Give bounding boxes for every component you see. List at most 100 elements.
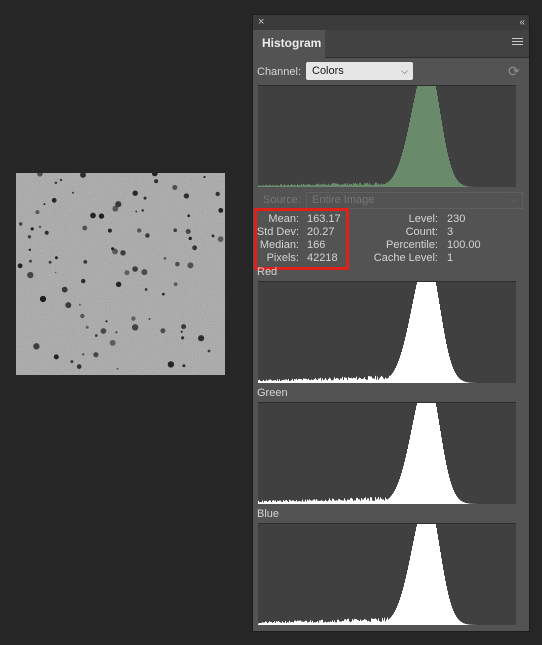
- green-histogram-shape: [258, 403, 516, 504]
- speck: [19, 222, 23, 226]
- speck: [115, 331, 118, 334]
- speck: [27, 271, 34, 279]
- speck: [59, 178, 63, 182]
- speck: [90, 212, 96, 219]
- source-select-value: Entire Image: [312, 194, 375, 206]
- chevron-down-icon: ⌵: [511, 195, 518, 205]
- speck: [141, 209, 144, 212]
- composite-histogram-shape: [258, 86, 516, 187]
- collapse-icon[interactable]: «: [519, 15, 524, 30]
- red-histogram-shape: [258, 282, 516, 383]
- speck: [215, 191, 220, 197]
- speck: [145, 233, 150, 238]
- red-channel-label: Red: [257, 266, 278, 278]
- speck: [218, 208, 224, 213]
- speck: [80, 313, 85, 319]
- speck: [39, 295, 47, 303]
- speck: [105, 320, 108, 323]
- speck: [48, 260, 52, 264]
- level-value: 230: [447, 213, 466, 225]
- speck: [81, 353, 85, 356]
- speck: [183, 193, 190, 199]
- speck: [17, 263, 23, 269]
- speck: [72, 191, 74, 194]
- close-icon[interactable]: ×: [258, 15, 264, 30]
- speck: [61, 286, 68, 293]
- speck: [172, 185, 178, 190]
- speck: [175, 261, 180, 267]
- speck: [85, 325, 89, 329]
- tab-histogram[interactable]: Histogram: [253, 30, 325, 58]
- source-label: Source:: [263, 194, 301, 206]
- count-label: Count:: [405, 226, 438, 238]
- channel-select[interactable]: Colors ⌵: [306, 62, 413, 80]
- speck: [93, 352, 99, 358]
- speck: [35, 210, 40, 215]
- level-label: Level:: [408, 213, 438, 225]
- speck: [135, 210, 138, 213]
- blue-histogram: [258, 523, 516, 625]
- speck: [38, 225, 42, 229]
- speck: [163, 257, 167, 260]
- speck: [54, 256, 58, 260]
- speck: [188, 236, 192, 241]
- speck: [180, 330, 183, 333]
- channel-label: Channel:: [257, 66, 302, 78]
- speck: [43, 203, 46, 206]
- speck: [198, 335, 205, 342]
- speck: [107, 228, 112, 233]
- speck: [187, 214, 191, 218]
- panel-title-bar: × «: [253, 15, 529, 30]
- texture-image: [16, 173, 225, 375]
- source-select[interactable]: Entire Image ⌵: [306, 192, 523, 209]
- speck: [144, 288, 148, 291]
- speck: [192, 245, 198, 251]
- speck: [100, 328, 107, 334]
- speck: [76, 364, 82, 369]
- refresh-icon[interactable]: ⟳: [508, 64, 520, 78]
- speck: [51, 197, 57, 203]
- speck: [116, 367, 119, 370]
- speck: [131, 324, 139, 331]
- speck: [143, 196, 147, 200]
- speck: [54, 271, 57, 274]
- blue-channel-label: Blue: [257, 508, 280, 520]
- speck: [207, 349, 211, 353]
- speck: [109, 339, 116, 346]
- speck: [112, 248, 118, 255]
- speck: [160, 328, 166, 334]
- speck: [98, 213, 105, 219]
- speck: [124, 270, 130, 276]
- speck: [181, 324, 187, 330]
- speck: [29, 259, 32, 263]
- stats-highlight-box: [254, 208, 349, 270]
- count-value: 3: [447, 226, 454, 238]
- speck: [173, 282, 178, 287]
- speck: [141, 269, 148, 276]
- speck: [81, 278, 86, 284]
- speck: [132, 190, 138, 196]
- speck: [137, 228, 142, 233]
- green-channel-label: Green: [257, 387, 288, 399]
- speck: [203, 175, 206, 179]
- channel-select-value: Colors: [312, 65, 344, 77]
- speck: [30, 227, 34, 231]
- document-image: [16, 173, 225, 375]
- speck: [78, 303, 81, 306]
- speck: [27, 235, 32, 239]
- speck: [115, 201, 122, 208]
- speck: [187, 262, 194, 269]
- speck: [217, 236, 224, 242]
- speck: [53, 354, 59, 360]
- speck: [65, 302, 72, 309]
- hamburger-menu-icon[interactable]: [512, 38, 523, 47]
- speck: [33, 343, 40, 350]
- speck: [148, 318, 151, 320]
- speck: [115, 281, 122, 287]
- cache-level-label: Cache Level:: [373, 252, 438, 264]
- chevron-down-icon: ⌵: [401, 66, 408, 76]
- speck: [95, 334, 98, 337]
- speck: [182, 364, 186, 368]
- speck: [120, 250, 126, 256]
- speck: [211, 234, 215, 238]
